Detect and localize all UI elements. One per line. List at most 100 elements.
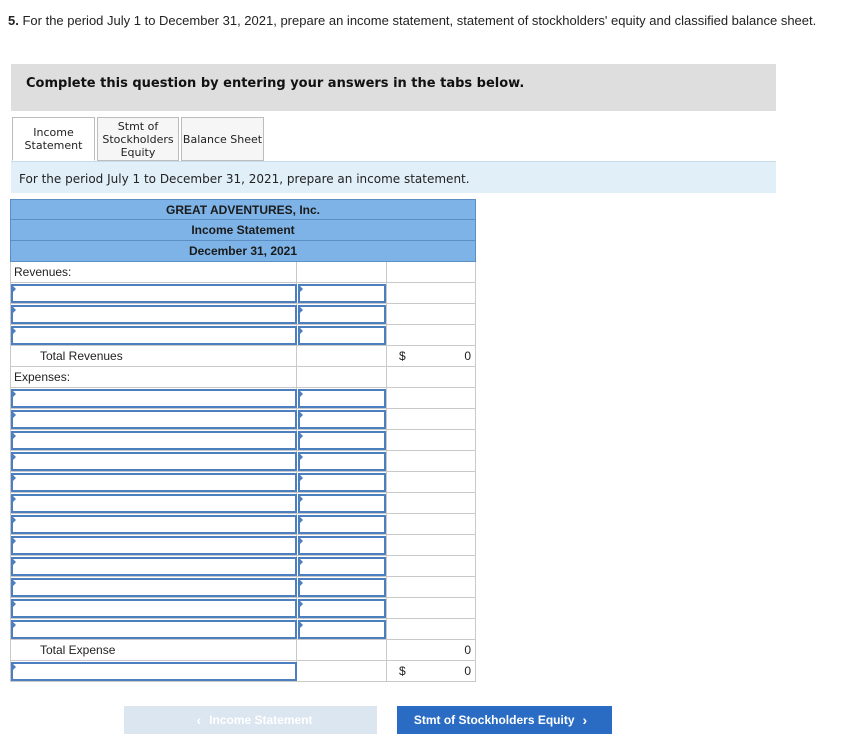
expense-account-dropdown[interactable] (11, 515, 297, 534)
empty-cell (387, 577, 476, 598)
currency-symbol: $ (399, 349, 406, 363)
tab-label-line: Income (33, 126, 74, 139)
prompt-bar: For the period July 1 to December 31, 20… (11, 161, 776, 193)
expense-account-dropdown[interactable] (11, 452, 297, 471)
expense-account-dropdown[interactable] (11, 473, 297, 492)
empty-cell (297, 640, 387, 661)
empty-cell (387, 388, 476, 409)
expense-input-row (10, 430, 476, 451)
revenue-account-dropdown[interactable] (11, 284, 297, 303)
expense-account-dropdown[interactable] (11, 410, 297, 429)
revenue-amount-input[interactable] (298, 305, 386, 324)
tab-income-statement[interactable]: Income Statement (12, 117, 95, 161)
expense-amount-input[interactable] (298, 578, 386, 597)
empty-cell (387, 283, 476, 304)
revenue-input-row (10, 304, 476, 325)
expense-input-row (10, 619, 476, 640)
expense-amount-input[interactable] (298, 536, 386, 555)
empty-cell (387, 514, 476, 535)
empty-cell (387, 262, 476, 283)
revenue-input-row (10, 283, 476, 304)
expense-account-dropdown[interactable] (11, 431, 297, 450)
empty-cell (387, 472, 476, 493)
next-tab-label: Stmt of Stockholders Equity (413, 713, 575, 727)
expense-account-dropdown[interactable] (11, 578, 297, 597)
chevron-left-icon: ‹ (196, 712, 202, 728)
empty-cell (387, 598, 476, 619)
total-revenues-row: Total Revenues $ 0 (10, 346, 476, 367)
revenue-amount-input[interactable] (298, 326, 386, 345)
empty-cell (387, 619, 476, 640)
net-income-value: 0 (464, 664, 471, 678)
expense-account-dropdown[interactable] (11, 536, 297, 555)
expense-input-row (10, 556, 476, 577)
tab-label-line: Stmt of (117, 119, 159, 133)
net-income-label-dropdown[interactable] (11, 662, 297, 681)
tab-label-line: Balance Sheet (182, 132, 263, 146)
expense-amount-input[interactable] (298, 620, 386, 639)
expense-account-dropdown[interactable] (11, 620, 297, 639)
empty-cell (297, 661, 387, 682)
expense-input-row (10, 472, 476, 493)
expense-amount-input[interactable] (298, 557, 386, 576)
empty-cell (387, 430, 476, 451)
revenues-header-row: Revenues: (10, 262, 476, 283)
empty-cell (297, 346, 387, 367)
income-statement-table: GREAT ADVENTURES, Inc. Income Statement … (10, 199, 476, 682)
expense-input-row (10, 451, 476, 472)
revenue-input-row (10, 325, 476, 346)
tab-label-line: Equity (120, 145, 156, 159)
expense-input-row (10, 577, 476, 598)
tab-balance-sheet[interactable]: Balance Sheet (181, 117, 264, 161)
company-name: GREAT ADVENTURES, Inc. (10, 199, 476, 220)
expense-amount-input[interactable] (298, 473, 386, 492)
empty-cell (387, 409, 476, 430)
expense-input-row (10, 493, 476, 514)
tab-label-line: Stockholders (102, 132, 174, 146)
expense-input-row (10, 598, 476, 619)
expense-account-dropdown[interactable] (11, 599, 297, 618)
chevron-right-icon: › (582, 712, 588, 728)
expense-amount-input[interactable] (298, 494, 386, 513)
total-expense-cell: 0 (387, 640, 476, 661)
empty-cell (387, 535, 476, 556)
expense-account-dropdown[interactable] (11, 389, 297, 408)
prev-tab-button[interactable]: ‹ Income Statement (124, 706, 377, 734)
revenues-label: Revenues: (10, 262, 297, 283)
empty-cell (387, 304, 476, 325)
revenue-account-dropdown[interactable] (11, 305, 297, 324)
total-revenues-label: Total Revenues (10, 346, 297, 367)
empty-cell (387, 325, 476, 346)
statement-date: December 31, 2021 (10, 241, 476, 262)
expense-amount-input[interactable] (298, 515, 386, 534)
empty-cell (387, 556, 476, 577)
total-expense-label: Total Expense (10, 640, 297, 661)
expense-amount-input[interactable] (298, 389, 386, 408)
tab-stmt-stockholders-equity[interactable]: Stmt of Stockholders Equity (97, 117, 179, 161)
expense-amount-input[interactable] (298, 452, 386, 471)
total-revenues-cell: $ 0 (387, 346, 476, 367)
question-number: 5. (8, 13, 19, 28)
question-body: For the period July 1 to December 31, 20… (22, 13, 817, 28)
empty-cell (297, 367, 387, 388)
tab-label-line: Statement (24, 139, 83, 152)
next-tab-button[interactable]: Stmt of Stockholders Equity › (397, 706, 612, 734)
tab-bar: Income Statement Stmt of Stockholders Eq… (12, 117, 266, 161)
net-income-row: $ 0 (10, 661, 476, 682)
expense-amount-input[interactable] (298, 599, 386, 618)
instruction-text: Complete this question by entering your … (26, 76, 525, 91)
expense-amount-input[interactable] (298, 431, 386, 450)
prompt-text: For the period July 1 to December 31, 20… (19, 172, 470, 186)
expense-account-dropdown[interactable] (11, 557, 297, 576)
expense-account-dropdown[interactable] (11, 494, 297, 513)
net-income-cell: $ 0 (387, 661, 476, 682)
total-expense-value: 0 (464, 643, 471, 657)
empty-cell (387, 451, 476, 472)
statement-title: Income Statement (10, 220, 476, 241)
empty-cell (387, 493, 476, 514)
revenue-amount-input[interactable] (298, 284, 386, 303)
revenue-account-dropdown[interactable] (11, 326, 297, 345)
expense-amount-input[interactable] (298, 410, 386, 429)
currency-symbol: $ (399, 664, 406, 678)
empty-cell (297, 262, 387, 283)
